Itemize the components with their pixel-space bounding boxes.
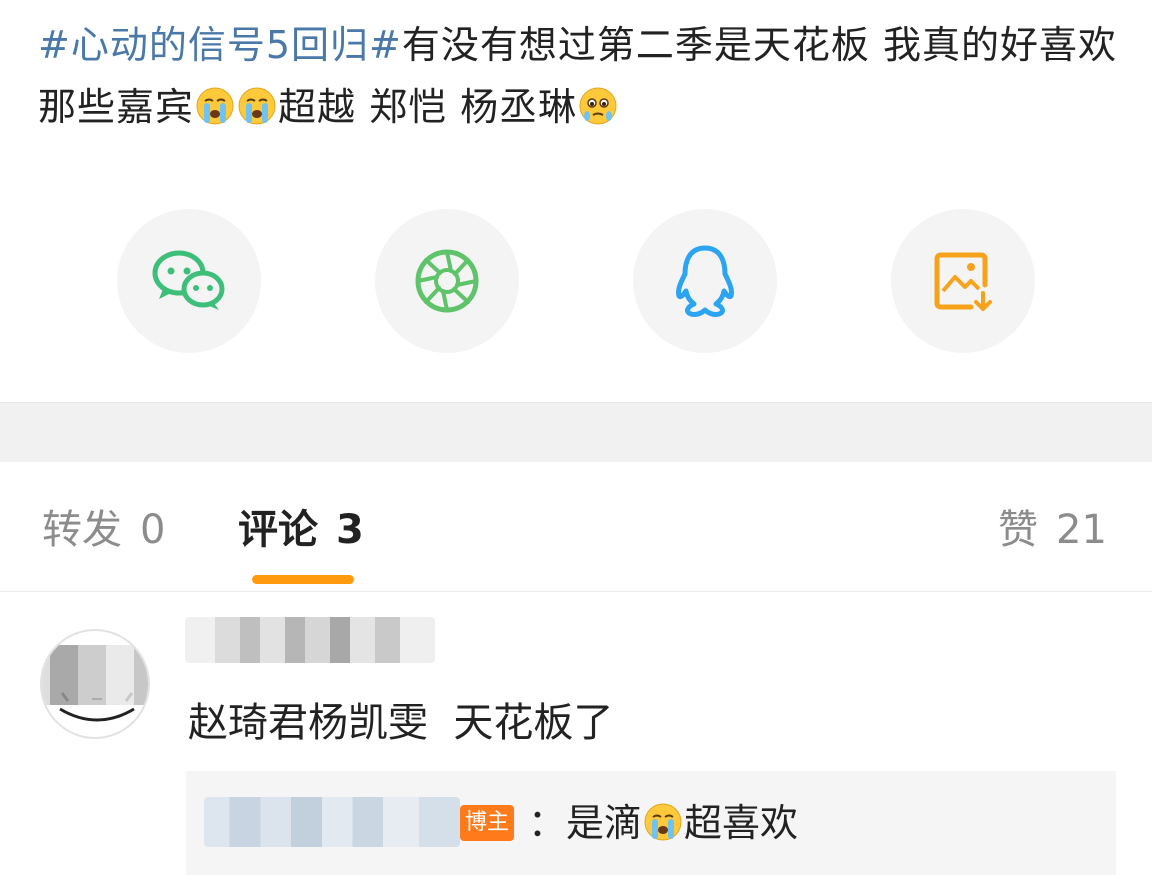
comment-item: 赵琦君杨凯雯 天花板了 博主 ：是滴 超喜欢 xyxy=(0,593,1152,875)
tab-comments[interactable]: 评论 3 xyxy=(238,506,364,554)
save-image-icon xyxy=(934,252,992,311)
post-content: #心动的信号5回归#有没有想过第二季是天花板 我真的好喜欢那些嘉宾 超越 郑恺 … xyxy=(38,14,1118,138)
share-wechat-button[interactable] xyxy=(117,209,261,353)
post-text-continued: 超越 郑恺 杨丞琳 xyxy=(278,85,578,129)
crying-emoji-icon xyxy=(196,87,234,125)
username-redacted[interactable] xyxy=(185,617,435,663)
tab-likes-label: 赞 xyxy=(998,507,1038,553)
author-badge: 博主 xyxy=(460,805,514,841)
reply-username-redacted[interactable] xyxy=(204,797,460,847)
tab-likes[interactable]: 赞 21 xyxy=(998,506,1107,554)
share-row xyxy=(0,209,1152,353)
crying-emoji-icon xyxy=(238,87,276,125)
avatar-blur xyxy=(42,645,148,705)
reply-text: ：是滴 超喜欢 xyxy=(528,795,798,851)
share-qq-button[interactable] xyxy=(633,209,777,353)
qq-icon xyxy=(676,245,734,317)
comment-text: 赵琦君杨凯雯 天花板了 xyxy=(188,700,614,746)
reply-text-suffix: 超喜欢 xyxy=(684,801,799,845)
reply-text-prefix: ：是滴 xyxy=(528,801,643,845)
tab-repost-label: 转发 xyxy=(42,507,122,553)
active-tab-indicator xyxy=(252,575,354,584)
moments-icon xyxy=(415,249,479,313)
save-image-button[interactable] xyxy=(891,209,1035,353)
tab-repost[interactable]: 转发 0 xyxy=(42,506,165,554)
share-moments-button[interactable] xyxy=(375,209,519,353)
interaction-tabs: 转发 0 评论 3 赞 21 xyxy=(0,462,1152,592)
avatar[interactable] xyxy=(40,629,150,739)
tab-comments-count: 3 xyxy=(336,507,364,553)
tab-likes-count: 21 xyxy=(1056,507,1107,553)
wechat-icon xyxy=(152,250,225,310)
section-divider xyxy=(0,402,1152,462)
reply-box[interactable]: 博主 ：是滴 超喜欢 xyxy=(186,771,1116,875)
crying-emoji-icon xyxy=(644,803,682,841)
tab-repost-count: 0 xyxy=(140,507,166,553)
post-hashtag[interactable]: #心动的信号5回归# xyxy=(38,23,402,67)
tab-comments-label: 评论 xyxy=(238,507,318,553)
tearful-emoji-icon xyxy=(579,87,617,125)
